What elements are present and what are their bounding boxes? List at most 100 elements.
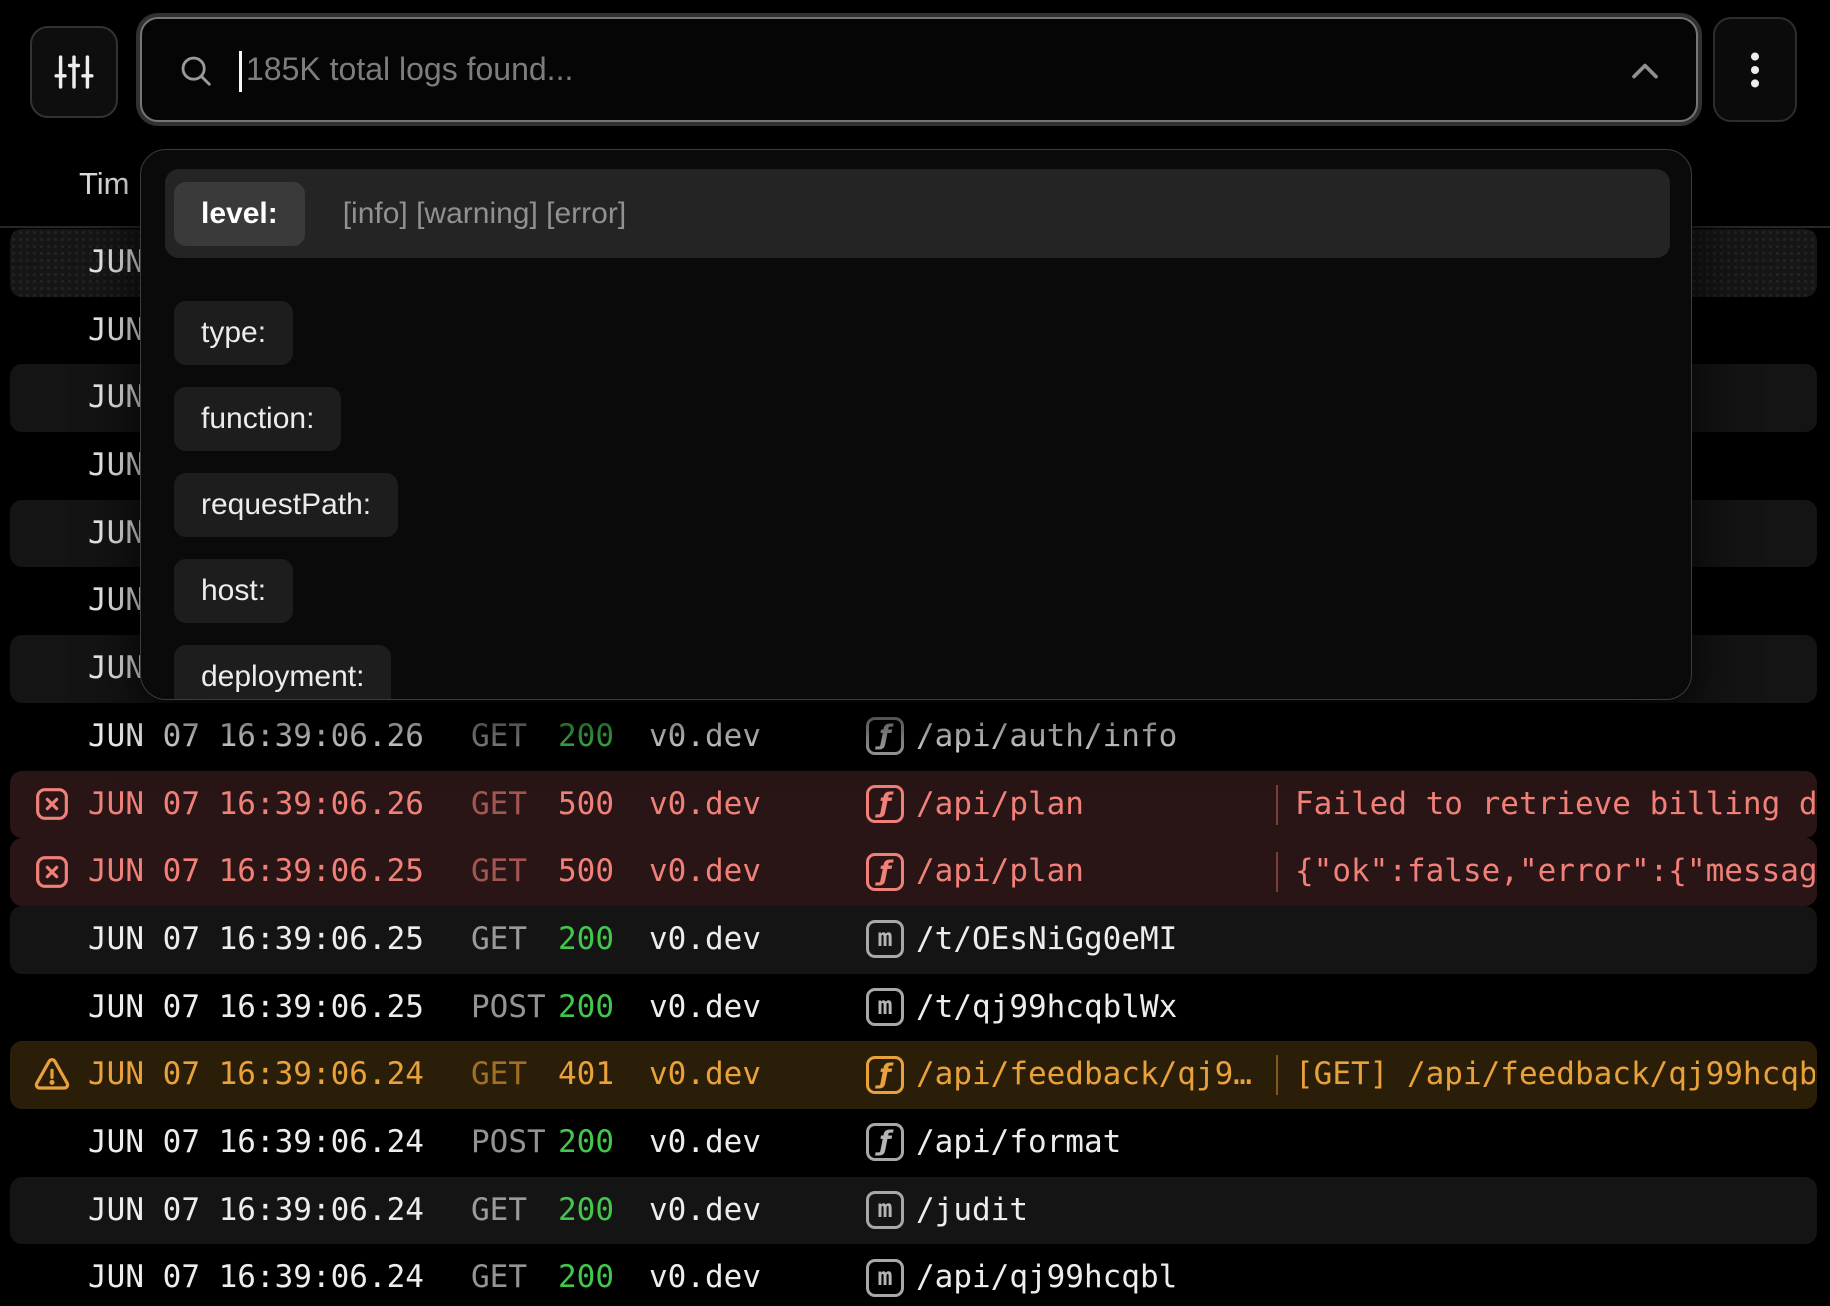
log-message: [GET] /api/feedback/qj99hcqb: [1295, 1041, 1815, 1109]
http-method: GET: [471, 906, 527, 974]
http-method: GET: [471, 771, 527, 839]
suggestion-host[interactable]: host:: [174, 559, 293, 623]
search-box: [140, 17, 1698, 122]
http-method: GET: [471, 1177, 527, 1245]
log-row[interactable]: JUN 07 16:39:06.26 GET 500 v0.dev ƒ/api/plan…: [10, 771, 1817, 839]
host: v0.dev: [649, 906, 761, 974]
log-timestamp: JUN 07 16:39:06.25: [88, 838, 424, 906]
suggestion-deployment[interactable]: deployment:: [174, 645, 391, 700]
host: v0.dev: [649, 1109, 761, 1177]
log-timestamp-partial: JUN: [88, 500, 144, 568]
middleware-icon: m: [866, 1259, 904, 1297]
middleware-icon: m: [866, 1191, 904, 1229]
warning-triangle-icon: [32, 1055, 72, 1095]
function-icon: ƒ: [866, 717, 904, 755]
error-x-square-icon: [32, 784, 72, 824]
error-x-square-icon: [32, 852, 72, 892]
log-timestamp: JUN 07 16:39:06.24: [88, 1109, 424, 1177]
log-message: Failed to retrieve billing d: [1295, 771, 1815, 839]
log-timestamp-partial: JUN: [88, 364, 144, 432]
status-code: 401: [558, 1041, 614, 1109]
suggestion-requestPath[interactable]: requestPath:: [174, 473, 398, 537]
log-row[interactable]: JUN 07 16:39:06.24 GET 401 v0.dev ƒ/api/feed…: [10, 1041, 1817, 1109]
log-timestamp-partial: JUN: [88, 567, 144, 635]
toolbar: [0, 0, 1830, 140]
request-path: /api/feedback/qj9…: [916, 1041, 1252, 1109]
filter-suggestions-dropdown: level: [info] [warning] [error] type: fun…: [140, 149, 1692, 700]
request-path: /api/qj99hcqbl: [916, 1244, 1177, 1306]
message-divider: [1276, 852, 1278, 892]
log-timestamp-partial: JUN: [88, 635, 144, 703]
host: v0.dev: [649, 838, 761, 906]
suggestion-function[interactable]: function:: [174, 387, 341, 451]
message-divider: [1276, 785, 1278, 825]
http-method: GET: [471, 1041, 527, 1109]
status-code: 200: [558, 974, 614, 1042]
log-timestamp-partial: JUN: [88, 229, 144, 297]
log-timestamp-partial: JUN: [88, 432, 144, 500]
function-icon: ƒ: [866, 1123, 904, 1161]
log-row[interactable]: JUN 07 16:39:06.24 GET 200 v0.dev m/judit: [10, 1177, 1817, 1245]
request-path: /judit: [916, 1177, 1028, 1245]
host: v0.dev: [649, 771, 761, 839]
more-options-button[interactable]: [1713, 17, 1797, 122]
request-path: /t/qj99hcqblWx: [916, 974, 1177, 1042]
log-timestamp: JUN 07 16:39:06.26: [88, 703, 424, 771]
middleware-icon: m: [866, 988, 904, 1026]
host: v0.dev: [649, 1244, 761, 1306]
log-row[interactable]: JUN 07 16:39:06.25 POST200 v0.dev m/t/qj99h…: [10, 974, 1817, 1042]
status-code: 200: [558, 703, 614, 771]
function-icon: ƒ: [866, 785, 904, 823]
status-code: 200: [558, 1109, 614, 1177]
log-timestamp-partial: JUN: [88, 297, 144, 365]
search-input[interactable]: [246, 19, 1616, 120]
host: v0.dev: [649, 1041, 761, 1109]
request-path: /api/plan: [916, 838, 1084, 906]
log-row[interactable]: JUN 07 16:39:06.26 GET 200 v0.dev ƒ/api/auth…: [10, 703, 1817, 771]
log-timestamp: JUN 07 16:39:06.24: [88, 1177, 424, 1245]
http-method: GET: [471, 838, 527, 906]
sliders-icon: [51, 49, 97, 95]
suggestion-level[interactable]: level: [info] [warning] [error]: [165, 169, 1670, 258]
request-path: /t/OEsNiGg0eMI: [916, 906, 1177, 974]
request-path: /api/plan: [916, 771, 1084, 839]
status-code: 500: [558, 771, 614, 839]
kebab-menu-icon: [1732, 47, 1778, 93]
message-divider: [1276, 1055, 1278, 1095]
column-header-time: Tim: [79, 140, 130, 228]
search-icon: [177, 52, 215, 90]
log-timestamp: JUN 07 16:39:06.25: [88, 974, 424, 1042]
suggestion-level-label: level:: [174, 182, 305, 246]
status-code: 200: [558, 1244, 614, 1306]
log-timestamp: JUN 07 16:39:06.25: [88, 906, 424, 974]
log-timestamp: JUN 07 16:39:06.24: [88, 1244, 424, 1306]
middleware-icon: m: [866, 920, 904, 958]
function-icon: ƒ: [866, 1056, 904, 1094]
log-message: {"ok":false,"error":{"messag: [1295, 838, 1815, 906]
http-method: GET: [471, 703, 527, 771]
text-caret: [239, 51, 242, 92]
host: v0.dev: [649, 974, 761, 1042]
function-icon: ƒ: [866, 853, 904, 891]
http-method: POST: [471, 1109, 546, 1177]
log-timestamp: JUN 07 16:39:06.26: [88, 771, 424, 839]
http-method: POST: [471, 974, 546, 1042]
host: v0.dev: [649, 703, 761, 771]
suggestion-type[interactable]: type:: [174, 301, 293, 365]
request-path: /api/auth/info: [916, 703, 1177, 771]
status-code: 200: [558, 906, 614, 974]
filter-button[interactable]: [30, 26, 118, 118]
log-row[interactable]: JUN 07 16:39:06.24 POST200 v0.dev ƒ/api/for…: [10, 1109, 1817, 1177]
http-method: GET: [471, 1244, 527, 1306]
log-timestamp: JUN 07 16:39:06.24: [88, 1041, 424, 1109]
host: v0.dev: [649, 1177, 761, 1245]
request-path: /api/format: [916, 1109, 1121, 1177]
status-code: 500: [558, 838, 614, 906]
chevron-up-icon[interactable]: [1622, 49, 1668, 95]
log-row[interactable]: JUN 07 16:39:06.25 GET 200 v0.dev m/t/OEsNiG…: [10, 906, 1817, 974]
log-row[interactable]: JUN 07 16:39:06.25 GET 500 v0.dev ƒ/api/plan…: [10, 838, 1817, 906]
suggestion-level-hint: [info] [warning] [error]: [343, 197, 626, 231]
status-code: 200: [558, 1177, 614, 1245]
log-row[interactable]: JUN 07 16:39:06.24 GET 200 v0.dev m/api/qj99…: [10, 1244, 1817, 1306]
logs-viewer: Tim JUNJUNJUNJUNJUNJUNJUNJUN 07 16:39:06…: [0, 0, 1830, 1306]
